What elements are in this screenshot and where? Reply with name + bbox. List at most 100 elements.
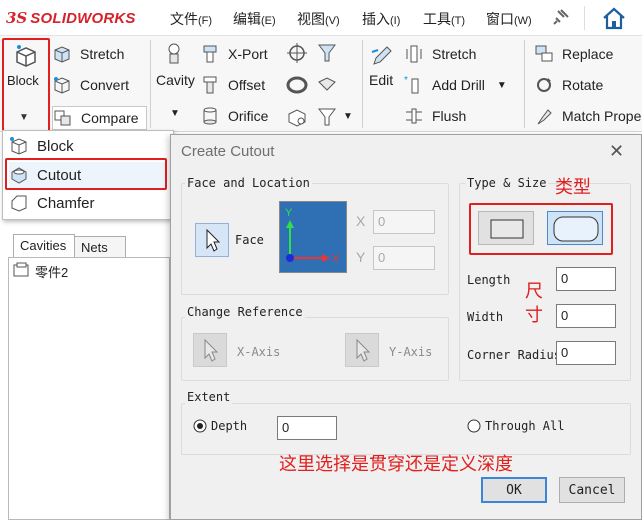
axis-triad-icon: Y X <box>285 207 340 265</box>
convert-icon <box>52 75 72 95</box>
separator <box>584 6 585 30</box>
menu-file[interactable]: 文件(F) <box>170 9 212 29</box>
face-preview: Y X <box>279 201 347 273</box>
home-icon[interactable] <box>598 4 630 32</box>
svg-text:*: * <box>404 75 408 86</box>
offset-icon <box>200 75 220 95</box>
cushion-icon[interactable] <box>316 74 338 99</box>
rotate-button[interactable]: Rotate <box>534 75 603 95</box>
depth-label: Depth <box>211 419 248 433</box>
replace-label: Replace <box>562 46 614 62</box>
edit-icon <box>370 44 394 71</box>
stretch-label: Stretch <box>80 46 125 62</box>
face-location-label: Face and Location <box>185 176 312 190</box>
replace-icon <box>534 44 554 64</box>
menu-tools[interactable]: 工具(T) <box>423 9 465 29</box>
brush-icon <box>534 106 554 126</box>
cavities-tree: 零件2 <box>8 257 170 520</box>
tree-item[interactable]: 零件2 <box>13 262 68 281</box>
cancel-button[interactable]: Cancel <box>559 477 625 503</box>
component-icon[interactable] <box>286 106 308 131</box>
separator <box>524 40 525 128</box>
width-label: Width <box>467 310 504 324</box>
rotate-label: Rotate <box>562 77 604 93</box>
menu-item-chamfer[interactable]: Chamfer <box>9 190 95 216</box>
y-label: Y <box>356 249 366 265</box>
menu-item-block[interactable]: Block <box>9 133 74 159</box>
app-window: 3S SOLIDWORKS 文件(F) 编辑(E) 视图(V) 插入(I) 工具… <box>0 0 642 520</box>
edit-button[interactable]: Edit <box>366 40 400 126</box>
ribbon-toolbar: Block ▼ Stretch Convert Compare Cavity ▼… <box>0 36 642 132</box>
depth-radio[interactable]: Depth <box>193 419 247 433</box>
flush-icon <box>404 106 424 126</box>
y-field[interactable]: 0 <box>373 246 435 270</box>
stretch-button[interactable]: Stretch <box>52 44 124 64</box>
convert-button[interactable]: Convert <box>52 75 129 95</box>
menu-insert[interactable]: 插入(I) <box>362 9 400 29</box>
logo-brand-text: SOLIDWORKS <box>30 9 136 27</box>
funnel-icon[interactable] <box>316 42 338 67</box>
xport-button[interactable]: X-Port <box>200 44 268 64</box>
face-label: Face <box>235 233 264 247</box>
compare-icon <box>53 108 73 128</box>
ok-button[interactable]: OK <box>481 477 547 503</box>
menu-edit[interactable]: 编辑(E) <box>233 9 276 29</box>
rotate-icon <box>534 75 554 95</box>
drill-stretch-icon <box>404 44 424 64</box>
x-label: X <box>356 213 366 229</box>
compare-button[interactable]: Compare <box>52 106 147 130</box>
y-axis-button[interactable] <box>345 333 379 367</box>
type-note: 类型 <box>555 177 591 197</box>
compare-label: Compare <box>81 110 139 126</box>
through-all-radio[interactable]: Through All <box>467 419 564 433</box>
dialog-title: Create Cutout <box>181 143 275 160</box>
chevron-down-icon[interactable]: ▼ <box>497 80 507 91</box>
depth-field[interactable]: 0 <box>277 416 337 440</box>
radio-checked-icon <box>193 419 207 433</box>
length-field[interactable]: 0 <box>556 267 616 291</box>
menu-window[interactable]: 窗口(W) <box>486 9 532 29</box>
match-properties-label: Match Prope <box>562 108 642 124</box>
cursor-icon <box>356 338 371 362</box>
block-highlight <box>2 38 50 132</box>
menu-item-chamfer-label: Chamfer <box>37 194 95 212</box>
crosshair-icon[interactable] <box>286 42 308 67</box>
replace-button[interactable]: Replace <box>534 44 613 64</box>
width-field[interactable]: 0 <box>556 304 616 328</box>
match-properties-button[interactable]: Match Prope <box>534 106 641 126</box>
chevron-down-icon[interactable]: ▼ <box>170 108 180 119</box>
corner-radius-field[interactable]: 0 <box>556 341 616 365</box>
tab-cavities[interactable]: Cavities <box>13 234 75 258</box>
face-select-button[interactable] <box>195 223 229 257</box>
flush-button[interactable]: Flush <box>404 106 466 126</box>
add-drill-icon: * <box>404 75 424 95</box>
orifice-icon <box>200 106 220 126</box>
length-label: Length <box>467 273 511 287</box>
menu-view[interactable]: 视图(V) <box>297 9 340 29</box>
chevron-down-icon[interactable]: ▼ <box>343 111 353 122</box>
tree-item-label: 零件2 <box>35 265 69 280</box>
tab-nets[interactable]: Nets <box>74 236 126 258</box>
solidworks-logo: 3S SOLIDWORKS <box>6 7 136 29</box>
cursor-icon <box>204 338 219 362</box>
add-drill-button[interactable]: * Add Drill ▼ <box>404 75 507 95</box>
funnel-small-icon[interactable] <box>316 106 338 131</box>
pin-icon[interactable] <box>552 8 570 26</box>
cutout-highlight <box>5 158 167 190</box>
offset-button[interactable]: Offset <box>200 75 265 95</box>
title-bar: 3S SOLIDWORKS 文件(F) 编辑(E) 视图(V) 插入(I) 工具… <box>0 0 642 36</box>
xport-label: X-Port <box>228 46 268 62</box>
menu-item-block-label: Block <box>37 137 74 155</box>
cursor-icon <box>206 228 221 252</box>
orifice-button[interactable]: Orifice <box>200 106 268 126</box>
cavity-button[interactable]: Cavity ▼ <box>156 40 195 126</box>
x-field[interactable]: 0 <box>373 210 435 234</box>
svg-text:X: X <box>332 253 340 265</box>
separator <box>362 40 363 128</box>
x-axis-button[interactable] <box>193 333 227 367</box>
stretch-drill-button[interactable]: Stretch <box>404 44 476 64</box>
part-icon <box>13 262 31 281</box>
close-icon[interactable]: ✕ <box>609 141 624 162</box>
xport-icon <box>200 44 220 64</box>
ring-icon[interactable] <box>286 74 308 99</box>
